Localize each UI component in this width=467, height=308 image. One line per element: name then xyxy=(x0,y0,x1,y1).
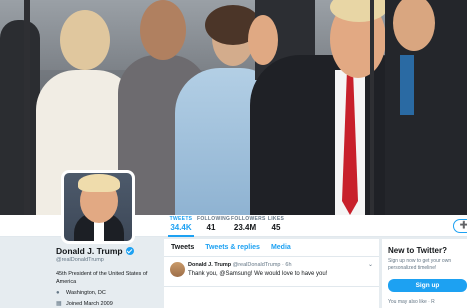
tweet-header: Donald J. Trump @realDonaldTrump · 6h xyxy=(188,262,379,268)
stat-label: FOLLOWERS xyxy=(231,216,266,222)
follow-icon: ➕ xyxy=(459,222,467,229)
location-text: Washington, DC xyxy=(66,290,106,296)
stat-followers[interactable]: FOLLOWERS 23.4M xyxy=(231,216,266,232)
tweet[interactable]: Donald J. Trump @realDonaldTrump · 6h Th… xyxy=(164,257,379,287)
tweet-author-name[interactable]: Donald J. Trump xyxy=(188,262,231,268)
location-pin-icon: ● xyxy=(56,290,60,296)
avatar-hair xyxy=(78,174,120,192)
signup-card: New to Twitter? Sign up now to get your … xyxy=(382,239,467,308)
profile-location: ● Washington, DC xyxy=(56,290,161,296)
follow-button[interactable]: ➕ xyxy=(453,219,467,233)
blue-tie xyxy=(400,55,414,115)
stat-likes[interactable]: LIKES 45 xyxy=(265,216,287,232)
tweet-time[interactable]: · 6h xyxy=(282,262,291,268)
profile-joined: ▦ Joined March 2009 xyxy=(56,300,161,308)
timeline-tabs: Tweets Tweets & replies Media xyxy=(164,239,379,257)
rail-right xyxy=(370,0,374,215)
tab-tweets-replies[interactable]: Tweets & replies xyxy=(205,239,260,256)
stat-label: FOLLOWING xyxy=(197,216,231,222)
you-may-also-like: You may also like · R xyxy=(388,299,435,305)
verified-icon xyxy=(125,247,134,255)
rail-left xyxy=(24,0,30,215)
signup-text: Sign up now to get your own personalized… xyxy=(388,258,452,271)
timeline: Tweets Tweets & replies Media Donald J. … xyxy=(164,239,379,308)
joined-text: Joined March 2009 xyxy=(66,300,113,307)
profile-handle[interactable]: @realDonaldTrump xyxy=(56,257,161,263)
tweet-text: Thank you, @Samsung! We would love to ha… xyxy=(188,271,328,277)
stat-label: TWEETS xyxy=(169,216,193,222)
tab-tweets[interactable]: Tweets xyxy=(171,239,194,256)
avatar[interactable] xyxy=(61,170,135,244)
profile-card: Donald J. Trump @realDonaldTrump 45th Pr… xyxy=(56,246,161,307)
stat-label: LIKES xyxy=(267,216,285,222)
signup-button[interactable]: Sign up xyxy=(388,279,467,292)
tweet-avatar[interactable] xyxy=(170,262,185,277)
profile-name-row: Donald J. Trump xyxy=(56,246,161,256)
tab-media[interactable]: Media xyxy=(271,239,291,256)
stat-value: 23.4M xyxy=(233,223,257,232)
twitter-profile-page: TWEETS 34.4K FOLLOWING 41 FOLLOWERS 23.4… xyxy=(0,0,467,308)
figure-brunette-head xyxy=(140,0,186,60)
raised-hand xyxy=(248,15,278,65)
figure-left xyxy=(0,20,40,215)
profile-name[interactable]: Donald J. Trump xyxy=(56,246,123,256)
tweet-author-handle[interactable]: @realDonaldTrump xyxy=(233,262,281,268)
signup-title: New to Twitter? xyxy=(388,246,447,255)
stat-value: 34.4K xyxy=(170,223,192,232)
figure-blonde-head xyxy=(60,10,110,70)
calendar-icon: ▦ xyxy=(56,301,62,307)
stat-tweets[interactable]: TWEETS 34.4K xyxy=(168,216,194,237)
chevron-down-icon[interactable]: ⌄ xyxy=(368,261,373,268)
stat-following[interactable]: FOLLOWING 41 xyxy=(197,216,231,232)
profile-bio: 45th President of the United States of A… xyxy=(56,271,148,285)
stat-value: 45 xyxy=(271,223,281,232)
stat-value: 41 xyxy=(206,223,216,232)
